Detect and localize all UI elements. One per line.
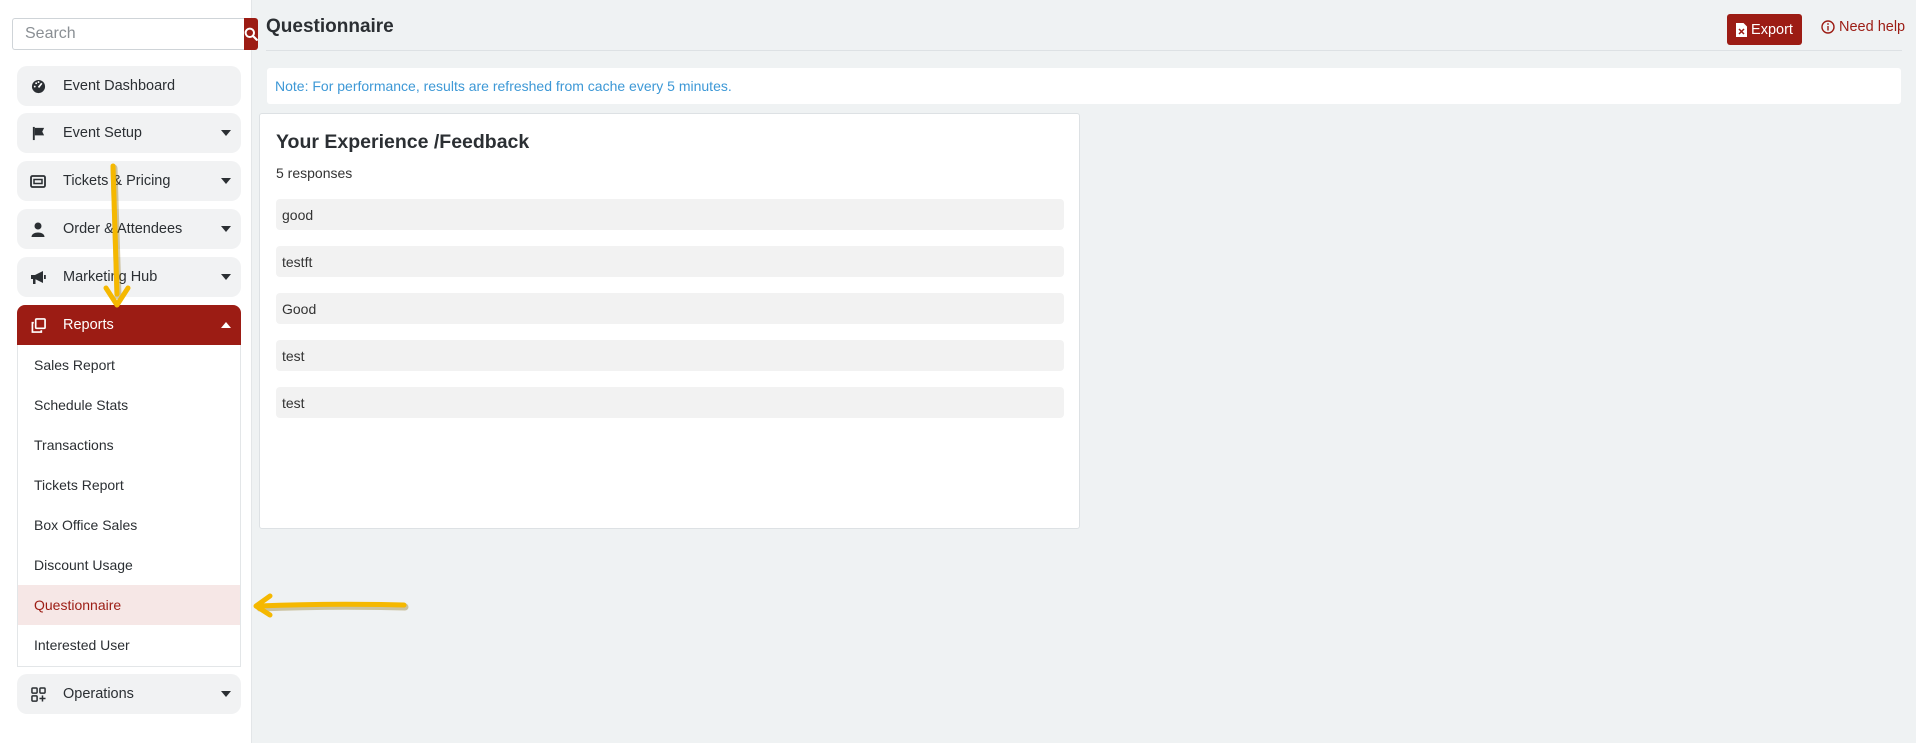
sidebar-item-label: Marketing Hub [63, 269, 158, 285]
sidebar-item-event-setup[interactable]: Event Setup [17, 113, 241, 153]
question-card: Your Experience /Feedback 5 responses go… [259, 113, 1080, 529]
page-title: Questionnaire [266, 16, 394, 37]
ticket-icon [27, 172, 49, 190]
gauge-icon [27, 77, 49, 95]
sidebar-item-label: Event Dashboard [63, 78, 176, 94]
submenu-item-transactions[interactable]: Transactions [18, 425, 240, 465]
sidebar: Event Dashboard Event Setup Tickets & Pr… [0, 0, 258, 743]
copy-icon [27, 316, 49, 334]
sidebar-item-marketing-hub[interactable]: Marketing Hub [17, 257, 241, 297]
sidebar-item-label: Tickets & Pricing [63, 173, 171, 189]
grid-plus-icon [27, 685, 49, 703]
response-count: 5 responses [276, 165, 353, 181]
divider [266, 50, 1902, 51]
search-box [12, 18, 258, 50]
submenu-item-schedule-stats[interactable]: Schedule Stats [18, 385, 240, 425]
sidebar-item-operations[interactable]: Operations [17, 674, 241, 714]
search-icon [244, 27, 258, 41]
sidebar-item-event-dashboard[interactable]: Event Dashboard [17, 66, 241, 106]
cache-note-text: Note: For performance, results are refre… [275, 78, 732, 94]
submenu-item-box-office-sales[interactable]: Box Office Sales [18, 505, 240, 545]
file-excel-icon [1736, 22, 1748, 37]
chevron-down-icon [221, 226, 231, 232]
export-button[interactable]: Export [1727, 14, 1802, 45]
sidebar-item-label: Event Setup [63, 125, 142, 141]
need-help-label: Need help [1839, 19, 1906, 35]
need-help-link[interactable]: Need help [1821, 19, 1905, 35]
megaphone-icon [27, 268, 49, 286]
chevron-down-icon [221, 130, 231, 136]
chevron-down-icon [221, 178, 231, 184]
sidebar-item-tickets-pricing[interactable]: Tickets & Pricing [17, 161, 241, 201]
export-label: Export [1751, 21, 1793, 38]
search-input[interactable] [12, 18, 244, 50]
flag-icon [27, 124, 49, 142]
submenu-item-questionnaire[interactable]: Questionnaire [18, 585, 240, 625]
sidebar-item-label: Operations [63, 686, 134, 702]
chevron-down-icon [221, 274, 231, 280]
sidebar-item-order-attendees[interactable]: Order & Attendees [17, 209, 241, 249]
chevron-down-icon [221, 691, 231, 697]
response-item: good [276, 199, 1064, 230]
cache-note: Note: For performance, results are refre… [267, 68, 1901, 104]
sidebar-item-label: Reports [63, 317, 114, 333]
user-icon [27, 220, 49, 238]
response-item: test [276, 340, 1064, 371]
sidebar-item-label: Order & Attendees [63, 221, 183, 237]
response-item: test [276, 387, 1064, 418]
submenu-item-interested-user[interactable]: Interested User [18, 625, 240, 665]
submenu-item-sales-report[interactable]: Sales Report [18, 345, 240, 385]
reports-submenu: Sales Report Schedule Stats Transactions… [17, 345, 241, 667]
info-circle-icon [1821, 20, 1835, 34]
question-title: Your Experience /Feedback [276, 131, 530, 153]
search-button[interactable] [244, 18, 258, 50]
submenu-item-tickets-report[interactable]: Tickets Report [18, 465, 240, 505]
chevron-up-icon [221, 322, 231, 328]
submenu-item-discount-usage[interactable]: Discount Usage [18, 545, 240, 585]
response-item: testft [276, 246, 1064, 277]
response-item: Good [276, 293, 1064, 324]
annotation-arrow-left [253, 593, 409, 618]
sidebar-item-reports[interactable]: Reports [17, 305, 241, 345]
